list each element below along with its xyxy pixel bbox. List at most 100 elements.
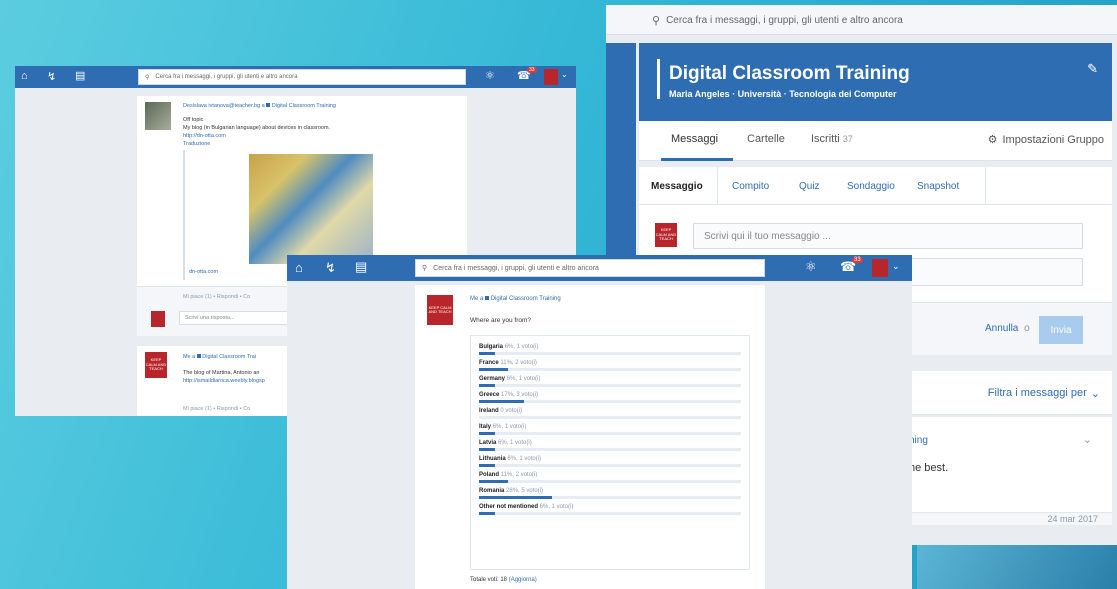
poll-bar (479, 480, 508, 483)
refresh-link[interactable]: (Aggiorna) (509, 577, 537, 583)
tab-messaggi[interactable]: Messaggi (661, 133, 733, 161)
user-avatar[interactable] (544, 69, 558, 85)
poll-bar (479, 464, 495, 467)
post1-avatar (145, 102, 171, 130)
poll-question: Where are you from? (470, 317, 532, 324)
poll-row: Other not mentioned 6%, 1 voto(i) (479, 504, 741, 515)
post1-header: Desislava ivtanova@teacher.bg a Digital … (183, 103, 336, 109)
middle-topbar: ⌂ ↯ ▤ ⚲ Cerca fra i messaggi, i gruppi, … (287, 255, 912, 281)
notification-badge: 33 (527, 67, 537, 73)
post2-group[interactable]: Digital Classroom Trai (202, 354, 256, 360)
group-tabs-card: Messaggi Cartelle Iscritti 37 ⚙ Impostaz… (639, 121, 1112, 161)
poll-row: Germany 6%, 1 voto(i) (479, 376, 741, 387)
post2-header: Me a Digital Classroom Trai (183, 354, 256, 360)
composer-message-input[interactable]: Scrivi qui il tuo messaggio ... (693, 223, 1083, 249)
cancel-button[interactable]: Annulla o (985, 323, 1030, 334)
tab-cartelle[interactable]: Cartelle (747, 133, 785, 145)
composer-tab-bar: Messaggio Compito Quiz Sondaggio Snapsho… (639, 167, 1112, 205)
right-search-bar: ⚲ Cerca fra i messaggi, i gruppi, gli ut… (606, 5, 1117, 35)
or-label: o (1024, 323, 1030, 334)
post2-actions[interactable]: Mi piace (1) • Rispondi • Co (183, 406, 250, 412)
composer-tab-snapshot[interactable]: Snapshot (917, 181, 959, 192)
composer-tab-divider (717, 167, 718, 205)
post1-line1: Off topic (183, 117, 204, 123)
library-icon[interactable]: ▤ (75, 69, 85, 82)
poll-total: Totale voti: 18 (Aggiorna) (470, 577, 537, 583)
link-preview-image[interactable] (249, 154, 373, 264)
search-icon: ⚲ (145, 74, 150, 81)
poll-row: Greece 17%, 3 voto(i) (479, 392, 741, 403)
activity-icon[interactable]: ↯ (47, 70, 56, 83)
backpack-icon[interactable]: ⚛ (485, 69, 495, 82)
group-title: Digital Classroom Training (669, 63, 910, 84)
post2-line1: The blog of Martina, Antonio an (183, 370, 260, 376)
poll-row: Lithuania 6%, 1 voto(i) (479, 456, 741, 467)
poll-bar (479, 368, 508, 371)
post1-link[interactable]: http://dn-otta.com (183, 133, 226, 139)
send-button[interactable]: Invia (1039, 316, 1083, 344)
poll-row: Italy 6%, 1 voto(i) (479, 424, 741, 435)
notification-badge: 33 (852, 257, 863, 263)
filter-messages-dropdown[interactable]: Filtra i messaggi per ⌄ (988, 387, 1100, 400)
link-preview-bar (183, 150, 185, 280)
poll-row: Latvia 6%, 1 voto(i) (479, 440, 741, 451)
search-placeholder: Cerca fra i messaggi, i gruppi, gli uten… (666, 14, 903, 26)
post-expand-icon[interactable]: ⌄ (1083, 433, 1092, 446)
poll-post-header: Me a Digital Classroom Training (470, 296, 561, 302)
poll-author-avatar: KEEP CALM AND TEACH (427, 295, 453, 325)
post1-line2: My blog (in Bulgarian language) about de… (183, 125, 331, 131)
right-search-input[interactable]: ⚲ Cerca fra i messaggi, i gruppi, gli ut… (646, 8, 986, 32)
left-search-input[interactable]: ⚲ Cerca fra i messaggi, i gruppi, gli ut… (138, 69, 466, 85)
post1-translate[interactable]: Traduzione (183, 141, 210, 147)
poll-group[interactable]: Digital Classroom Training (491, 296, 561, 302)
post2-link[interactable]: http://ismaildiaroca.weebly.blogsp (183, 378, 265, 384)
post1-group[interactable]: Digital Classroom Training (272, 103, 336, 109)
middle-screenshot: ⌂ ↯ ▤ ⚲ Cerca fra i messaggi, i gruppi, … (287, 255, 912, 589)
composer-tab-quiz[interactable]: Quiz (799, 181, 820, 192)
search-icon: ⚲ (422, 265, 428, 272)
poll-bar (479, 512, 495, 515)
preview-domain[interactable]: dn-otta.com (189, 269, 218, 275)
poll-row: Poland 11%, 2 voto(i) (479, 472, 741, 483)
post-fragment-date: 24 mar 2017 (1047, 514, 1098, 524)
activity-icon[interactable]: ↯ (325, 260, 336, 276)
poll-row: France 11%, 2 voto(i) (479, 360, 741, 371)
user-avatar[interactable] (872, 259, 888, 277)
tab-active-underline (661, 158, 733, 161)
poll-row: Bulgaria 6%, 1 voto(i) (479, 344, 741, 355)
home-icon[interactable]: ⌂ (21, 70, 28, 82)
composer-tab-messaggio[interactable]: Messaggio (651, 181, 703, 192)
post1-author[interactable]: Desislava ivtanova@teacher.bg a (183, 103, 265, 109)
tab-iscritti[interactable]: Iscritti 37 (811, 133, 853, 145)
poll-bar (479, 400, 524, 403)
poll-author[interactable]: Me a (470, 296, 483, 302)
home-icon[interactable]: ⌂ (295, 260, 303, 275)
post1-actions[interactable]: Mi piace (1) • Rispondi • Co (183, 294, 250, 300)
chevron-down-icon: ⌄ (1090, 388, 1100, 400)
poll-row: Ireland 0 voto(i) (479, 408, 741, 419)
poll-bar (479, 352, 495, 355)
group-settings-button[interactable]: ⚙ Impostazioni Gruppo (987, 133, 1104, 147)
poll-post-card: KEEP CALM AND TEACH Me a Digital Classro… (415, 285, 765, 589)
composer-avatar: KEEP CALM AND TEACH (655, 223, 677, 247)
post-fragment-text: he best. (909, 462, 949, 474)
post2-avatar: KEEP CALM AND TEACH (145, 352, 167, 378)
poll-bar (479, 432, 495, 435)
reply-input[interactable]: Scrivi una risposta... (179, 311, 289, 325)
middle-search-input[interactable]: ⚲ Cerca fra i messaggi, i gruppi, gli ut… (415, 259, 765, 277)
edit-pencil-icon[interactable]: ✎ (1087, 61, 1098, 77)
group-header-accent (657, 59, 660, 99)
composer-tab-divider-end (985, 167, 986, 205)
search-icon: ⚲ (652, 14, 661, 27)
gear-icon: ⚙ (987, 134, 998, 146)
composer-tab-compito[interactable]: Compito (732, 181, 769, 192)
composer-tab-sondaggio[interactable]: Sondaggio (847, 181, 895, 192)
library-icon[interactable]: ▤ (355, 259, 367, 275)
poll-bar (479, 448, 495, 451)
left-topbar: ⌂ ↯ ▤ ⚲ Cerca fra i messaggi, i gruppi, … (15, 66, 576, 88)
chevron-down-icon[interactable]: ⌄ (892, 261, 900, 272)
chevron-down-icon[interactable]: ⌄ (561, 70, 568, 79)
reply-avatar (151, 311, 165, 327)
backpack-icon[interactable]: ⚛ (805, 259, 817, 275)
post2-author[interactable]: Me a (183, 354, 195, 360)
